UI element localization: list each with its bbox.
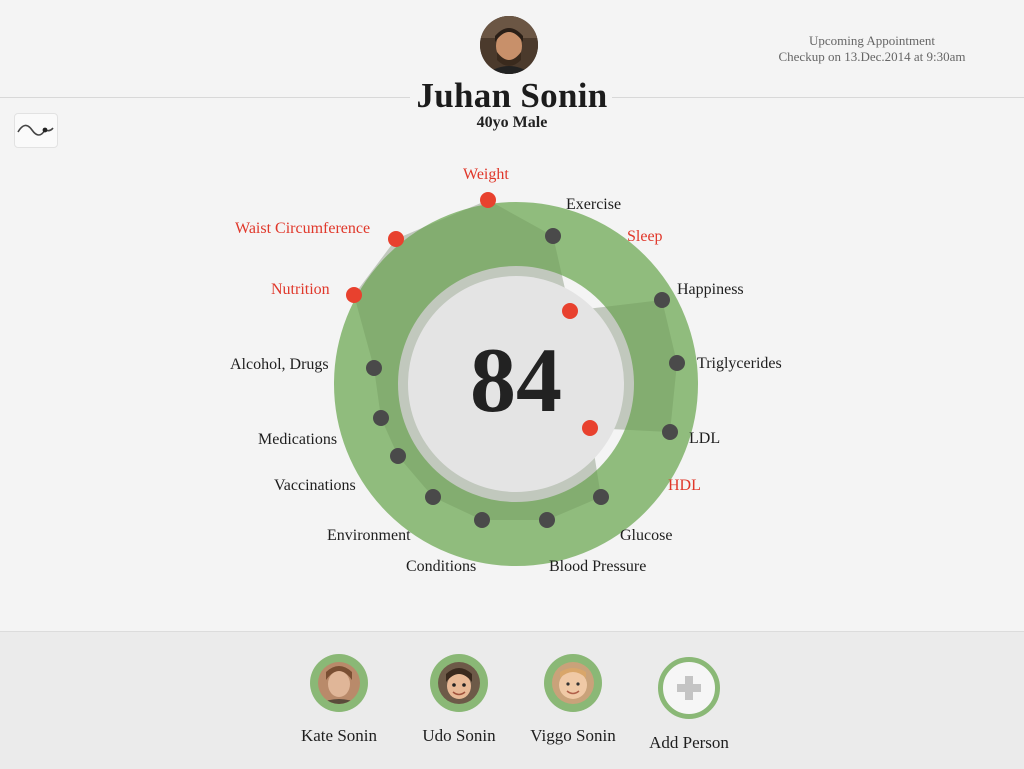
metric-label-conditions[interactable]: Conditions	[406, 558, 476, 576]
metric-label-triglycerides[interactable]: Triglycerides	[697, 355, 782, 373]
family-member-name: Kate Sonin	[300, 726, 378, 745]
family-member-name: Viggo Sonin	[530, 726, 616, 745]
metric-label-sleep[interactable]: Sleep	[627, 228, 663, 246]
metric-label-ldl[interactable]: LDL	[689, 430, 720, 448]
metric-dot-exercise[interactable]	[545, 228, 561, 244]
metric-dot-environment[interactable]	[425, 489, 441, 505]
avatar	[310, 654, 368, 712]
metric-label-vaccinations[interactable]: Vaccinations	[274, 477, 356, 495]
metric-dot-conditions[interactable]	[474, 512, 490, 528]
metric-dot-medications[interactable]	[373, 410, 389, 426]
add-person-button[interactable]: Add Person	[629, 654, 749, 753]
metric-dot-waist-circumference[interactable]	[388, 231, 404, 247]
metric-label-happiness[interactable]: Happiness	[677, 281, 744, 299]
metric-label-waist-circumference[interactable]: Waist Circumference	[235, 220, 370, 238]
avatar	[430, 654, 488, 712]
metric-dot-blood-pressure[interactable]	[539, 512, 555, 528]
add-person-ring	[658, 657, 720, 719]
metric-dot-vaccinations[interactable]	[390, 448, 406, 464]
avatar	[544, 654, 602, 712]
metric-label-hdl[interactable]: HDL	[668, 477, 701, 495]
plus-icon	[677, 676, 701, 700]
metric-label-environment[interactable]: Environment	[327, 527, 411, 545]
metric-dot-sleep[interactable]	[562, 303, 578, 319]
metric-label-medications[interactable]: Medications	[258, 431, 337, 449]
metric-label-nutrition[interactable]: Nutrition	[271, 281, 330, 299]
metric-label-glucose[interactable]: Glucose	[620, 527, 672, 545]
family-member-name: Udo Sonin	[422, 726, 496, 745]
overall-score: 84	[470, 329, 562, 431]
family-member-viggo[interactable]: Viggo Sonin	[513, 654, 633, 746]
health-wheel	[334, 192, 698, 566]
metric-dot-ldl[interactable]	[662, 424, 678, 440]
metric-label-exercise[interactable]: Exercise	[566, 196, 621, 214]
metric-label-alcohol-drugs[interactable]: Alcohol, Drugs	[230, 356, 329, 374]
metric-label-blood-pressure[interactable]: Blood Pressure	[549, 558, 646, 576]
family-member-kate[interactable]: Kate Sonin	[279, 654, 399, 746]
metric-label-weight[interactable]: Weight	[463, 166, 509, 184]
family-member-udo[interactable]: Udo Sonin	[399, 654, 519, 746]
metric-dot-triglycerides[interactable]	[669, 355, 685, 371]
metric-dot-alcohol-drugs[interactable]	[366, 360, 382, 376]
metric-dot-glucose[interactable]	[593, 489, 609, 505]
metric-dot-weight[interactable]	[480, 192, 496, 208]
metric-dot-happiness[interactable]	[654, 292, 670, 308]
metric-dot-nutrition[interactable]	[346, 287, 362, 303]
add-person-label: Add Person	[649, 733, 729, 752]
